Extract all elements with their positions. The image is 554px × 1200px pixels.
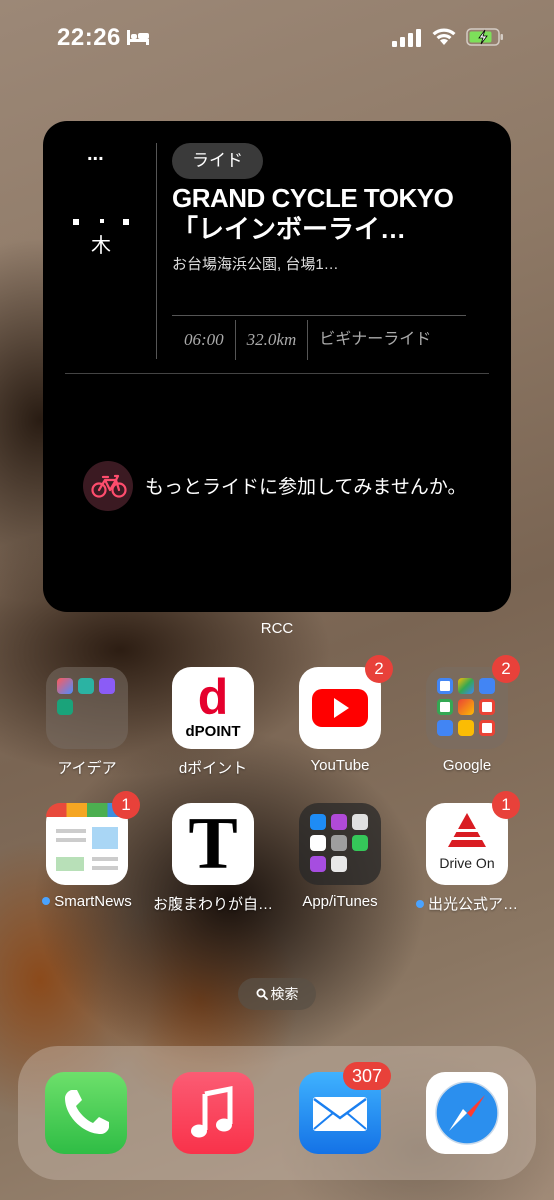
phone-app[interactable] [45,1072,127,1154]
app-mini-icon [352,835,368,851]
dpoint-icon: d dPOINT [172,667,254,749]
app-idemitsu[interactable]: Drive On 1 出光公式ア… [407,791,527,914]
status-bar: 22:26 [0,0,554,76]
phone-icon [65,1090,109,1134]
app-label: 出光公式ア… [427,896,518,913]
notification-badge: 2 [492,655,520,683]
app-mini-icon [458,720,474,736]
youtube-icon: 2 [299,655,393,749]
app-mini-icon [479,720,495,736]
divider [172,315,466,316]
app-mini-icon [331,835,347,851]
drive-on-icon: Drive On 1 [426,791,520,885]
face-dot-icon [100,219,104,223]
app-mini-icon [310,856,326,872]
app-label: App/iTunes [302,893,378,910]
dpoint-logo-d: d [197,669,229,725]
app-dpoint[interactable]: d dPOINT dポイント [153,667,273,778]
app-label: YouTube [310,757,370,774]
app-label: dポイント [178,760,248,777]
folder-app-itunes[interactable]: App/iTunes [280,803,400,910]
event-title: GRAND CYCLE TOKYO [172,183,454,213]
notification-badge: 1 [492,791,520,819]
app-mini-icon [479,678,495,694]
event-level: ビギナーライド [319,331,432,348]
bicycle-icon [83,461,133,511]
app-mini-icon [437,720,453,736]
app-label: アイデア [57,760,117,777]
dpoint-logo-text: dPOINT [185,723,241,740]
wifi-icon [432,28,456,45]
app-label: SmartNews [54,893,132,910]
app-youtube[interactable]: 2 YouTube [280,655,400,774]
divider [156,143,157,359]
app-mini-icon [78,678,94,694]
app-mini-icon [331,856,347,872]
app-mini-icon [57,678,73,694]
widget-label: RCC [260,620,294,637]
ride-tag: ライド [172,143,263,179]
event-time: 06:00 [172,320,236,360]
new-dot-icon [415,900,424,908]
app-mini-icon [57,699,73,715]
app-mini-icon [310,835,326,851]
app-mini-icon [352,814,368,830]
notification-badge: 1 [112,791,140,819]
app-label: Google [442,757,492,774]
app-mini-icon [310,814,326,830]
join-ride-prompt[interactable]: もっとライドに参加してみませんか。 [145,472,466,499]
face-eye-icon [123,219,129,225]
folder-icon [299,803,381,885]
mail-app[interactable]: 307 [299,1062,391,1154]
app-label: お腹まわりが自… [153,896,273,913]
folder-ideas[interactable]: アイデア [27,667,147,778]
app-mini-icon [437,699,453,715]
music-app[interactable] [172,1072,254,1154]
music-note-icon [191,1085,233,1138]
folder-google[interactable]: 2 Google [407,655,527,774]
app-mini-icon [99,678,115,694]
sleep-focus-icon [127,30,149,45]
safari-app[interactable] [426,1072,508,1154]
new-dot-icon [42,897,51,905]
app-mini-icon [458,678,474,694]
search-icon [256,988,268,1000]
app-mini-icon [458,699,474,715]
event-distance: 32.0km [236,320,309,360]
rcc-widget[interactable]: ... 木 ライド GRAND CYCLE TOKYO 「レインボーライ… お台… [43,121,511,612]
status-time: 22:26 [57,24,121,51]
event-stats: 06:00 32.0km ビギナーライド [172,320,442,360]
day-of-week: 木 [71,217,131,257]
event-title-line2: 「レインボーライ… [172,214,407,244]
app-mini-icon [479,699,495,715]
more-icon: ... [87,143,104,165]
app-mini-icon [437,678,453,694]
compass-icon [435,1081,499,1145]
spotlight-search-button[interactable]: 検索 [238,978,316,1010]
t-letter: T [188,803,238,885]
folder-icon: 2 [426,655,520,749]
smartnews-icon: 1 [46,791,140,885]
app-belly[interactable]: T お腹まわりが自… [153,803,273,914]
folder-icon [46,667,128,749]
app-smartnews[interactable]: 1 SmartNews [27,791,147,910]
t-logo-icon: T [172,803,254,885]
day-label: 木 [91,235,111,257]
notification-badge: 307 [342,1062,391,1090]
app-mini-icon [331,814,347,830]
search-label: 検索 [270,986,299,1002]
cellular-signal-icon [392,29,421,47]
notification-badge: 2 [365,655,393,683]
face-eye-icon [73,219,79,225]
divider [65,373,489,374]
drive-on-text: Drive On [439,855,495,871]
battery-charging-icon [466,28,503,46]
event-location: お台場海浜公園, 台場1… [172,256,339,273]
